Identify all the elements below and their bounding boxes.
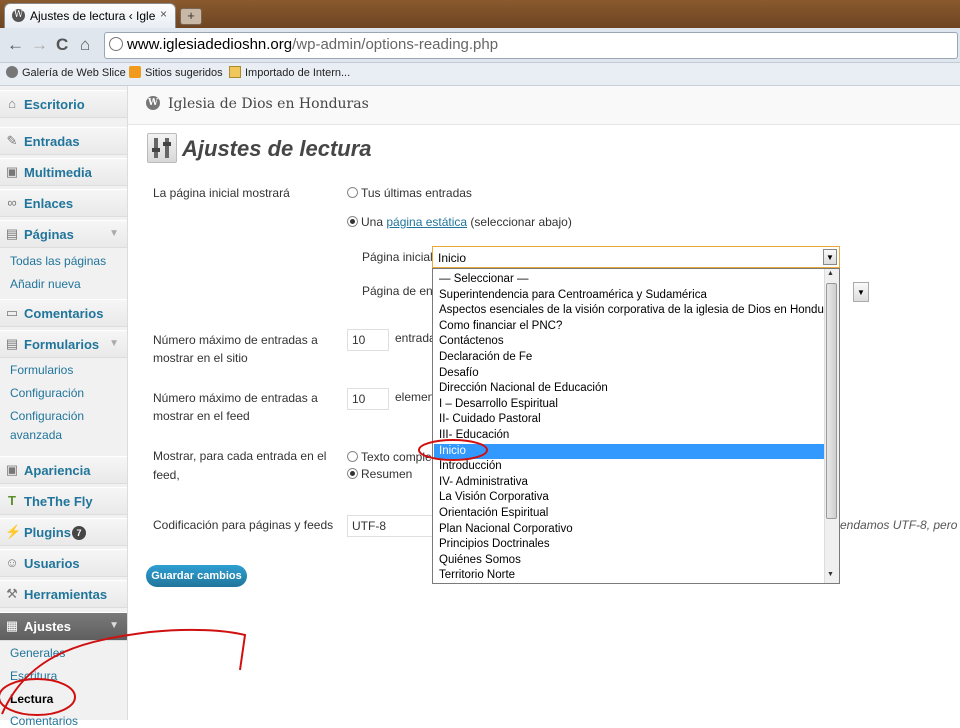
annotation-circle-inicio [418, 439, 488, 461]
annotation-arrow [1, 628, 247, 715]
red-annotation-overlay [0, 439, 488, 716]
